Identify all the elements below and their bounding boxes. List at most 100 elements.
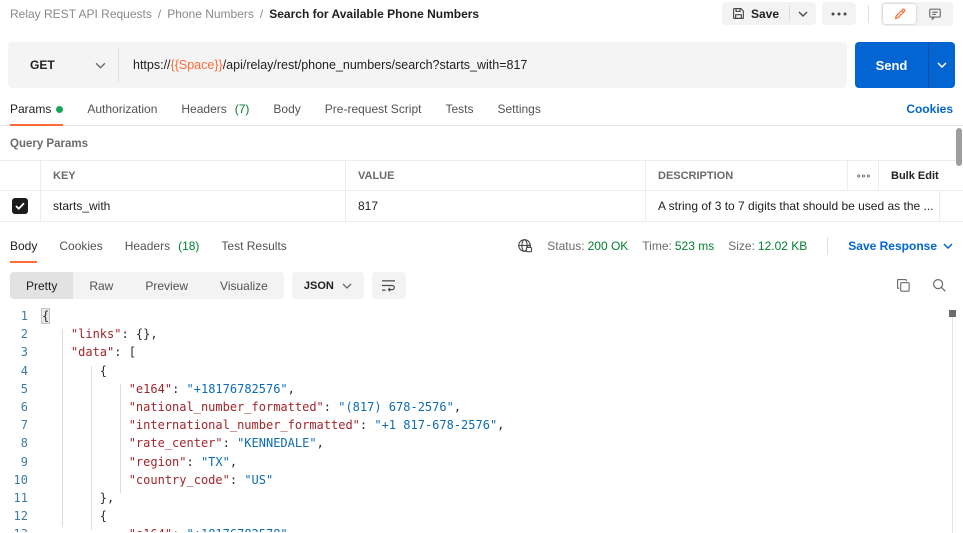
code-line: 5 "e164": "+18176782576",	[0, 380, 963, 398]
column-header-value: VALUE	[345, 161, 645, 190]
params-active-dot-icon	[56, 106, 63, 113]
send-options-button[interactable]	[929, 42, 955, 88]
response-tabs: Body Cookies Headers(18) Test Results	[10, 239, 287, 262]
tab-response-body[interactable]: Body	[10, 239, 37, 262]
param-key-cell[interactable]: starts_with	[40, 191, 345, 221]
table-row: starts_with 817 A string of 3 to 7 digit…	[0, 190, 963, 222]
comment-icon	[928, 7, 942, 21]
response-body-viewer[interactable]: 1{ 2 "links": {}, 3 "data": [ 4 { 5 "e16…	[0, 307, 963, 532]
format-selector-label: JSON	[304, 280, 334, 292]
app-window: Relay REST API Requests / Phone Numbers …	[0, 0, 963, 533]
line-number: 12	[0, 507, 42, 525]
breadcrumb: Relay REST API Requests / Phone Numbers …	[10, 7, 479, 21]
breadcrumb-collection[interactable]: Relay REST API Requests	[10, 7, 152, 21]
param-enabled-checkbox[interactable]	[12, 198, 28, 214]
tab-params[interactable]: Params	[10, 102, 63, 125]
time-value: 523 ms	[675, 239, 714, 253]
tab-test-results-label: Test Results	[221, 239, 286, 253]
tab-response-cookies[interactable]: Cookies	[59, 239, 102, 262]
breadcrumb-request-name[interactable]: Search for Available Phone Numbers	[269, 7, 479, 21]
status-value: 200 OK	[588, 239, 629, 253]
code-line: 12 {	[0, 507, 963, 525]
method-label: GET	[30, 58, 55, 72]
tab-response-body-label: Body	[10, 239, 37, 253]
checkmark-icon	[15, 202, 25, 210]
search-response-button[interactable]	[925, 272, 953, 299]
network-globe-icon[interactable]	[517, 238, 533, 254]
param-description-cell[interactable]: A string of 3 to 7 digits that should be…	[645, 191, 940, 221]
page-scrollbar-thumb[interactable]	[956, 128, 962, 166]
url-input[interactable]: https://{{Space}}/api/relay/rest/phone_n…	[119, 42, 527, 88]
indent-guide	[91, 366, 92, 530]
send-button-group: Send	[855, 42, 955, 88]
view-raw-button[interactable]: Raw	[73, 272, 129, 299]
tab-headers[interactable]: Headers(7)	[181, 102, 249, 125]
row-checkbox-cell	[0, 191, 40, 221]
line-number: 8	[0, 434, 42, 452]
line-number: 11	[0, 489, 42, 507]
more-actions-button[interactable]	[822, 2, 856, 25]
top-bar: Relay REST API Requests / Phone Numbers …	[0, 0, 963, 27]
save-button[interactable]: Save	[722, 2, 789, 25]
code-line: 8 "rate_center": "KENNEDALE",	[0, 434, 963, 452]
tab-settings[interactable]: Settings	[498, 102, 541, 125]
indent-guide	[120, 384, 121, 493]
size-badge[interactable]: Size:12.02 KB	[728, 239, 807, 253]
tab-pre-request-script[interactable]: Pre-request Script	[325, 102, 422, 125]
chevron-down-icon	[937, 62, 947, 68]
tab-authorization[interactable]: Authorization	[87, 102, 157, 125]
comments-button[interactable]	[918, 4, 951, 24]
code-line: 2 "links": {},	[0, 325, 963, 343]
tab-pre-request-script-label: Pre-request Script	[325, 102, 422, 116]
tab-response-headers-label: Headers	[125, 239, 170, 253]
sidebar-toggle-group	[881, 2, 953, 26]
view-visualize-button[interactable]: Visualize	[204, 272, 284, 299]
column-options-button[interactable]	[847, 161, 878, 190]
wrap-lines-button[interactable]	[372, 272, 406, 299]
send-button[interactable]: Send	[855, 42, 928, 88]
save-response-button[interactable]: Save Response	[848, 239, 953, 253]
indent-guide	[62, 329, 63, 527]
format-selector[interactable]: JSON	[292, 272, 364, 299]
line-number: 2	[0, 325, 42, 343]
bulk-edit-button[interactable]: Bulk Edit	[878, 161, 963, 190]
more-actions-icon	[831, 12, 847, 16]
response-header: Body Cookies Headers(18) Test Results	[0, 235, 963, 262]
copy-icon	[896, 278, 911, 293]
tab-authorization-label: Authorization	[87, 102, 157, 116]
copy-response-button[interactable]	[889, 272, 917, 299]
tab-response-headers[interactable]: Headers(18)	[125, 239, 200, 262]
tab-tests[interactable]: Tests	[445, 102, 473, 125]
tab-response-cookies-label: Cookies	[59, 239, 102, 253]
view-pretty-button[interactable]: Pretty	[10, 272, 73, 299]
status-label: Status:	[547, 239, 584, 253]
code-scrollbar-track	[952, 310, 953, 533]
save-options-button[interactable]	[790, 2, 816, 25]
save-button-group: Save	[722, 2, 816, 25]
line-number: 4	[0, 362, 42, 380]
tab-test-results[interactable]: Test Results	[221, 239, 286, 262]
breadcrumb-folder[interactable]: Phone Numbers	[167, 7, 254, 21]
code-line: 10 "country_code": "US"	[0, 471, 963, 489]
time-badge[interactable]: Time:523 ms	[642, 239, 714, 253]
status-badge[interactable]: Status: 200 OK	[547, 239, 628, 253]
param-value-cell[interactable]: 817	[345, 191, 645, 221]
tab-body-label: Body	[273, 102, 300, 116]
response-view-switcher: Pretty Raw Preview Visualize	[10, 272, 284, 299]
request-tabs: Params Authorization Headers(7) Body Pre…	[10, 102, 541, 125]
save-button-label: Save	[751, 7, 779, 21]
method-selector[interactable]: GET	[8, 42, 118, 88]
url-path: /api/relay/rest/phone_numbers/search?sta…	[223, 58, 528, 72]
line-number: 10	[0, 471, 42, 489]
line-number: 5	[0, 380, 42, 398]
time-label: Time:	[642, 239, 672, 253]
tab-body[interactable]: Body	[273, 102, 300, 125]
code-line: 9 "region": "TX",	[0, 453, 963, 471]
size-value: 12.02 KB	[758, 239, 807, 253]
edit-documentation-button[interactable]	[883, 4, 916, 24]
cookies-link[interactable]: Cookies	[906, 102, 953, 125]
code-scrollbar-thumb[interactable]	[949, 310, 956, 317]
view-preview-button[interactable]: Preview	[129, 272, 204, 299]
search-icon	[932, 278, 947, 293]
line-number: 13	[0, 525, 42, 532]
